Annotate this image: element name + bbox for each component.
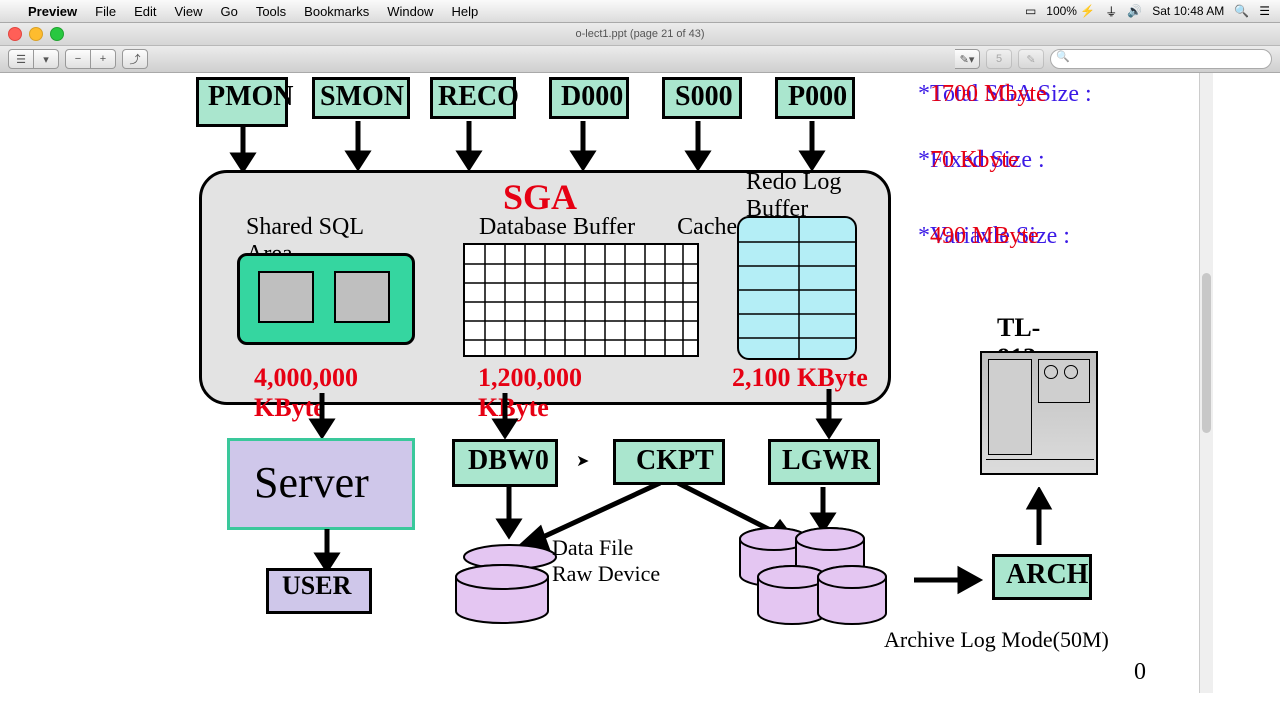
process-smon: SMON xyxy=(320,81,404,113)
battery-indicator[interactable]: 100% ⚡ xyxy=(1046,4,1095,18)
slide-canvas: PMON SMON RECO D000 S000 P000 SGA Shared… xyxy=(0,73,1280,720)
menu-go[interactable]: Go xyxy=(220,4,237,19)
share-button[interactable]: ⤴ xyxy=(122,49,148,69)
tape-library-icon xyxy=(980,351,1098,475)
process-s000: S000 xyxy=(675,81,735,113)
arrow-down-icon xyxy=(454,121,484,171)
menu-help[interactable]: Help xyxy=(451,4,478,19)
edit-button[interactable]: ✎▾ xyxy=(955,49,980,69)
dbw0-box: DBW0 xyxy=(468,445,548,477)
server-label: Server xyxy=(254,457,369,508)
size-redo: 2,100 KByte xyxy=(732,363,872,393)
page-back-button[interactable]: 5 xyxy=(986,49,1012,69)
window-title: o-lect1.ppt (page 21 of 43) xyxy=(575,28,704,40)
arrow-down-icon xyxy=(312,529,342,573)
zoom-out-button[interactable]: − xyxy=(65,49,91,69)
arrow-down-icon xyxy=(814,389,844,439)
db-buffer-label: Database Buffer Cache xyxy=(479,214,719,241)
markup-button[interactable]: ✎ xyxy=(1018,49,1044,69)
process-pmon: PMON xyxy=(208,81,288,113)
volume-icon[interactable]: 🔊 xyxy=(1127,4,1142,18)
menu-view[interactable]: View xyxy=(175,4,203,19)
minimize-button[interactable] xyxy=(29,27,43,41)
clock[interactable]: Sat 10:48 AM xyxy=(1152,4,1224,18)
arrow-down-icon xyxy=(797,121,827,171)
menu-file[interactable]: File xyxy=(95,4,116,19)
arrow-down-icon xyxy=(307,393,337,439)
sidebar-menu-button[interactable]: ▾ xyxy=(34,49,59,69)
db-buffer-grid xyxy=(463,243,699,357)
sidebar-toggle-button[interactable]: ☰ xyxy=(8,49,34,69)
window-titlebar: o-lect1.ppt (page 21 of 43) xyxy=(0,23,1280,46)
arrow-up-icon xyxy=(1024,487,1054,549)
size-shared: 4,000,000 KByte xyxy=(254,363,424,423)
redo-buffer-block xyxy=(737,216,857,360)
zoom-in-button[interactable]: + xyxy=(91,49,116,69)
arrow-down-icon xyxy=(683,121,713,171)
redo-log-label: Redo Log Buffer xyxy=(746,169,846,223)
menu-tools[interactable]: Tools xyxy=(256,4,286,19)
mac-menubar: Preview File Edit View Go Tools Bookmark… xyxy=(0,0,1280,23)
menu-bookmarks[interactable]: Bookmarks xyxy=(304,4,369,19)
stat-var: * Variavle Size : 490 MByte xyxy=(918,223,1178,250)
arrow-down-icon xyxy=(568,121,598,171)
toolbar: ☰ ▾ − + ⤴ ✎▾ 5 ✎ xyxy=(0,46,1280,73)
menu-window[interactable]: Window xyxy=(387,4,433,19)
search-input[interactable] xyxy=(1050,49,1272,69)
page-number: 0 xyxy=(1134,659,1146,686)
arrow-down-icon xyxy=(490,393,520,439)
app-name[interactable]: Preview xyxy=(28,4,77,19)
menu-edit[interactable]: Edit xyxy=(134,4,156,19)
process-p000: P000 xyxy=(788,81,848,113)
zoom-button[interactable] xyxy=(50,27,64,41)
arrow-down-icon xyxy=(343,121,373,171)
vertical-scrollbar[interactable] xyxy=(1199,73,1213,693)
arrow-right-icon xyxy=(914,565,984,595)
ckpt-box: CKPT xyxy=(636,445,716,477)
stat-total: * Total SGA Size : 1700 Mbyte xyxy=(918,81,1178,108)
sga-title: SGA xyxy=(503,176,577,218)
arch-box: ARCH xyxy=(1006,559,1086,591)
process-reco: RECO xyxy=(438,81,508,113)
cursor-icon: ➤ xyxy=(576,451,589,471)
display-icon[interactable]: ▭ xyxy=(1025,4,1036,18)
arrow-down-icon xyxy=(228,125,258,173)
menu-extras-icon[interactable]: ☰ xyxy=(1259,4,1270,18)
user-label: USER xyxy=(282,571,362,601)
wifi-icon[interactable]: ⏚ xyxy=(1105,3,1117,20)
archive-mode-label: Archive Log Mode(50M) xyxy=(884,627,1109,653)
datafile-label: Data File Raw Device xyxy=(552,535,660,587)
close-button[interactable] xyxy=(8,27,22,41)
process-d000: D000 xyxy=(561,81,621,113)
stat-fixed: * Fixed Size : 70 Kbyte xyxy=(918,147,1178,174)
datafile-cylinders-icon xyxy=(450,533,560,643)
lgwr-box: LGWR xyxy=(782,445,872,477)
spotlight-icon[interactable]: 🔍 xyxy=(1234,4,1249,18)
